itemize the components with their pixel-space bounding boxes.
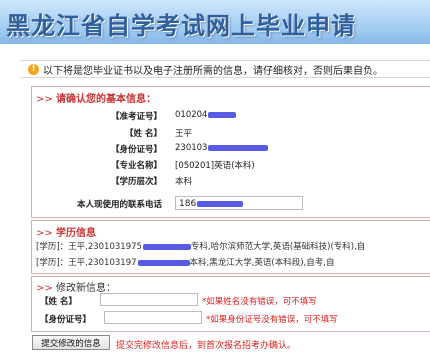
arrow-icon: >> xyxy=(36,228,53,239)
value-education-level: 本科 xyxy=(175,177,193,187)
name-hint: *如果姓名没有错误，可不填写 xyxy=(202,297,317,307)
label-exam-no: 【准考证号】 xyxy=(110,112,162,122)
label-new-id: 【身份证号】 xyxy=(40,315,92,325)
masked-text xyxy=(197,200,244,207)
label-phone: 本人现使用的联系电话 xyxy=(76,200,162,210)
warning-icon: ! xyxy=(28,63,39,75)
modify-title: >> 修改新信息： xyxy=(36,283,116,294)
id-hint: *如果身份证号没有错误，可不填写 xyxy=(206,315,338,325)
arrow-icon: >> xyxy=(36,94,53,105)
education-panel: >> 学历信息 [学历]：王平,2301031975 专科,哈尔滨师范大学,英语(… xyxy=(31,220,430,274)
value-name: 王平 xyxy=(175,129,193,139)
masked-text xyxy=(208,144,269,151)
phone-input[interactable]: 186 xyxy=(175,196,303,210)
basic-info-title: >> 请确认您的基本信息： xyxy=(36,94,156,105)
masked-text xyxy=(137,259,190,266)
new-name-input[interactable] xyxy=(100,293,198,306)
education-record: [学历]：王平,230103197 本科,黑龙江大学,英语(本科段),自考,自 xyxy=(36,258,335,268)
header-banner: 黑龙江省自学考试网上毕业申请 xyxy=(0,0,430,44)
label-id-number: 【身份证号】 xyxy=(110,145,162,155)
masked-text xyxy=(208,111,237,118)
label-major: 【专业名称】 xyxy=(110,161,162,171)
education-record: [学历]：王平,2301031975 专科,哈尔滨师范大学,英语(基础科技)(专科… xyxy=(36,242,366,252)
page-title: 黑龙江省自学考试网上毕业申请 xyxy=(6,11,356,40)
education-title: >> 学历信息 xyxy=(36,228,96,239)
notice-text: 以下将是您毕业证书以及电子注册所需的信息，请仔细核对，否则后果自负。 xyxy=(43,65,383,77)
label-education-level: 【学历层次】 xyxy=(110,177,162,187)
label-name: 【姓 名】 xyxy=(125,129,162,139)
new-id-input[interactable] xyxy=(104,311,202,324)
label-new-name: 【姓 名】 xyxy=(40,297,77,307)
value-id-number: 230103 xyxy=(175,143,269,153)
value-exam-no: 010204 xyxy=(175,110,237,120)
value-major: [050201]英语(本科) xyxy=(175,161,255,171)
notice-bar: ! 以下将是您毕业证书以及电子注册所需的信息，请仔细核对，否则后果自负。 xyxy=(20,60,430,78)
submit-note: 提交完修改信息后，到首次报名招考办确认。 xyxy=(116,341,297,351)
masked-text xyxy=(142,243,191,250)
submit-button[interactable]: 提交修改的信息 xyxy=(32,335,110,350)
arrow-icon: >> xyxy=(36,283,53,294)
